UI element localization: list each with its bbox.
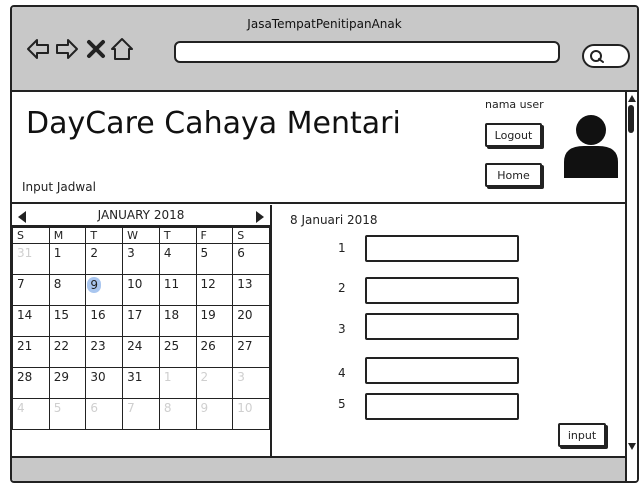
calendar-widget: JANUARY 2018 S M T W T F S 31 1 2 3 4 5 … xyxy=(12,205,272,458)
calendar-day-outside[interactable]: 3 xyxy=(232,367,270,399)
scroll-up-icon[interactable] xyxy=(627,94,637,104)
weekday-label: M xyxy=(48,227,87,244)
search-icon xyxy=(590,50,604,63)
home-icon[interactable] xyxy=(110,37,134,61)
calendar-day-outside[interactable]: 7 xyxy=(122,398,160,430)
calendar-day[interactable]: 19 xyxy=(195,305,234,337)
calendar-day-outside[interactable]: 9 xyxy=(195,398,234,430)
calendar-day-outside[interactable]: 4 xyxy=(12,398,50,430)
next-month-icon[interactable] xyxy=(256,211,264,223)
calendar-day[interactable]: 14 xyxy=(12,305,50,337)
calendar-week-row: 4 5 6 7 8 9 10 xyxy=(12,398,270,430)
slot-input-2[interactable] xyxy=(365,277,519,304)
calendar-day-outside[interactable]: 1 xyxy=(158,367,197,399)
back-arrow-icon[interactable] xyxy=(26,37,50,61)
calendar-day[interactable]: 18 xyxy=(158,305,197,337)
calendar-day-outside[interactable]: 5 xyxy=(48,398,87,430)
calendar-week-row: 31 1 2 3 4 5 6 xyxy=(12,243,270,275)
window-title: JasaTempatPenitipanAnak xyxy=(247,17,402,31)
calendar-day[interactable]: 7 xyxy=(12,274,50,306)
calendar-day[interactable]: 11 xyxy=(158,274,197,306)
logout-button[interactable]: Logout xyxy=(485,123,542,147)
slot-label: 5 xyxy=(338,397,346,411)
calendar-month-label: JANUARY 2018 xyxy=(97,208,185,222)
weekday-label: F xyxy=(195,227,234,244)
calendar-day[interactable]: 12 xyxy=(195,274,234,306)
calendar-day-outside[interactable]: 8 xyxy=(158,398,197,430)
calendar-week-row: 28 29 30 31 1 2 3 xyxy=(12,367,270,399)
search-button[interactable] xyxy=(582,44,630,68)
weekday-label: S xyxy=(12,227,50,244)
username-label: nama user xyxy=(485,98,544,111)
calendar-header: JANUARY 2018 xyxy=(12,205,270,227)
calendar-day-outside[interactable]: 6 xyxy=(85,398,124,430)
slot-label: 4 xyxy=(338,366,346,380)
status-bar xyxy=(12,456,625,481)
input-submit-button[interactable]: input xyxy=(558,423,606,447)
slot-input-5[interactable] xyxy=(365,393,519,420)
weekday-label: T xyxy=(85,227,124,244)
slot-label: 3 xyxy=(338,322,346,336)
calendar-day[interactable]: 6 xyxy=(232,243,270,275)
calendar-day[interactable]: 16 xyxy=(85,305,124,337)
selected-day-label: 9 xyxy=(87,277,102,293)
calendar-day[interactable]: 2 xyxy=(85,243,124,275)
slot-input-4[interactable] xyxy=(365,357,519,384)
schedule-form: 8 Januari 2018 1 2 3 4 5 input xyxy=(272,205,630,458)
calendar-grid: S M T W T F S 31 1 2 3 4 5 6 7 8 9 10 11… xyxy=(12,227,270,430)
slot-label: 2 xyxy=(338,281,346,295)
slot-input-1[interactable] xyxy=(365,235,519,262)
calendar-day[interactable]: 10 xyxy=(122,274,160,306)
section-label: Input Jadwal xyxy=(22,180,96,194)
address-bar-input[interactable] xyxy=(174,41,560,63)
home-button[interactable]: Home xyxy=(485,163,542,187)
calendar-day[interactable]: 25 xyxy=(158,336,197,368)
calendar-day[interactable]: 4 xyxy=(158,243,197,275)
forward-arrow-icon[interactable] xyxy=(55,37,79,61)
calendar-day[interactable]: 17 xyxy=(122,305,160,337)
calendar-day[interactable]: 28 xyxy=(12,367,50,399)
calendar-week-row: 21 22 23 24 25 26 27 xyxy=(12,336,270,368)
close-x-icon[interactable] xyxy=(84,37,108,61)
calendar-day[interactable]: 8 xyxy=(48,274,87,306)
calendar-day[interactable]: 29 xyxy=(48,367,87,399)
weekday-label: T xyxy=(158,227,197,244)
calendar-day-outside[interactable]: 2 xyxy=(195,367,234,399)
slot-input-3[interactable] xyxy=(365,313,519,340)
weekday-label: W xyxy=(122,227,160,244)
calendar-day-outside[interactable]: 31 xyxy=(12,243,50,275)
page-header: DayCare Cahaya Mentari Input Jadwal nama… xyxy=(12,92,625,204)
calendar-day-outside[interactable]: 10 xyxy=(232,398,270,430)
calendar-day-selected[interactable]: 9 xyxy=(85,274,124,306)
calendar-day[interactable]: 30 xyxy=(85,367,124,399)
calendar-day[interactable]: 22 xyxy=(48,336,87,368)
calendar-day[interactable]: 1 xyxy=(48,243,87,275)
scrollbar-thumb[interactable] xyxy=(628,105,634,133)
calendar-day[interactable]: 15 xyxy=(48,305,87,337)
browser-window: JasaTempatPenitipanAnak DayCare Cahaya M… xyxy=(10,5,639,483)
calendar-day[interactable]: 24 xyxy=(122,336,160,368)
calendar-day[interactable]: 27 xyxy=(232,336,270,368)
slot-label: 1 xyxy=(338,241,346,255)
browser-toolbar: JasaTempatPenitipanAnak xyxy=(12,7,637,92)
weekday-row: S M T W T F S xyxy=(12,227,270,244)
app-title: DayCare Cahaya Mentari xyxy=(26,106,401,141)
calendar-day[interactable]: 5 xyxy=(195,243,234,275)
calendar-day[interactable]: 13 xyxy=(232,274,270,306)
calendar-day[interactable]: 31 xyxy=(122,367,160,399)
calendar-week-row: 14 15 16 17 18 19 20 xyxy=(12,305,270,337)
selected-date-label: 8 Januari 2018 xyxy=(290,213,378,227)
calendar-day[interactable]: 21 xyxy=(12,336,50,368)
calendar-week-row: 7 8 9 10 11 12 13 xyxy=(12,274,270,306)
calendar-day[interactable]: 26 xyxy=(195,336,234,368)
calendar-day[interactable]: 20 xyxy=(232,305,270,337)
user-avatar-icon xyxy=(562,112,620,180)
weekday-label: S xyxy=(232,227,270,244)
calendar-day[interactable]: 23 xyxy=(85,336,124,368)
calendar-day[interactable]: 3 xyxy=(122,243,160,275)
